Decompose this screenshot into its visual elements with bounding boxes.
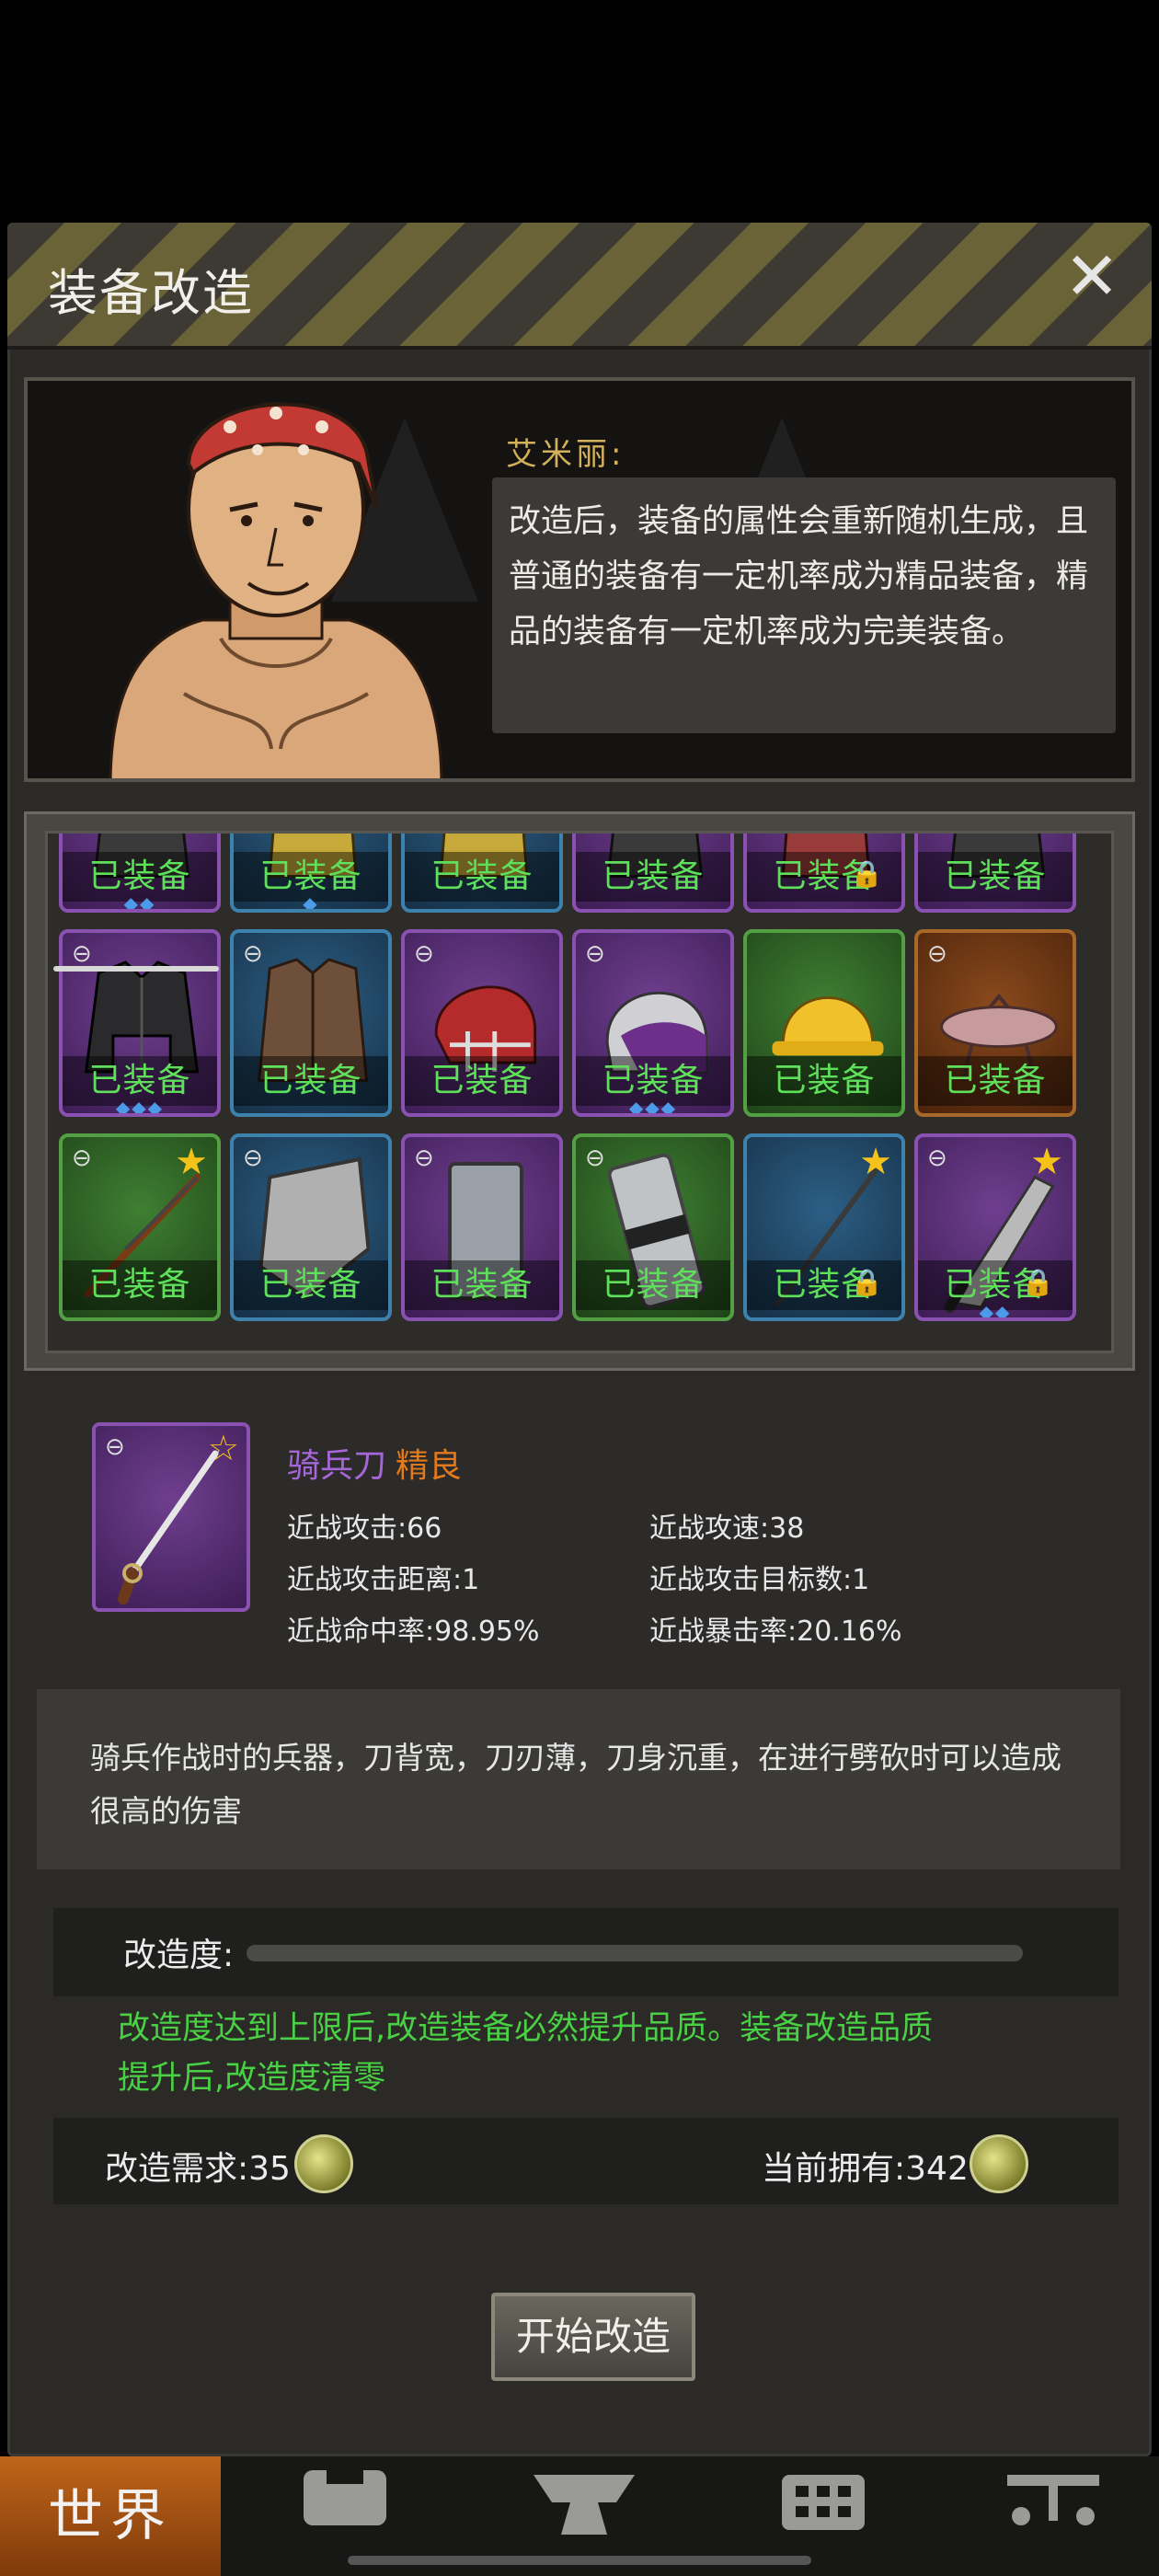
stat-melee-crit: 近战暴击率:20.16%: [649, 1616, 902, 1648]
equipment-slot[interactable]: 已装备: [914, 834, 1076, 913]
home-indicator: [348, 2556, 811, 2565]
equipment-slot[interactable]: ⊖ 已装备: [914, 929, 1076, 1117]
modify-progress-row: 改造度:: [53, 1908, 1119, 1996]
link-icon: ⊖: [414, 940, 434, 968]
link-icon: ⊖: [927, 1144, 947, 1172]
bottle-cap-coin-icon: [970, 2134, 1028, 2193]
cost-required: 改造需求:35: [105, 2150, 291, 2188]
item-detail-header: ⊖ ☆ 骑兵刀 精良 近战攻击:66 近战攻速:38 近战攻击距离:1 近战攻击目…: [37, 1386, 1120, 1689]
gem-slots: ◆◆◆: [115, 1097, 165, 1117]
npc-name: 艾米丽:: [506, 436, 625, 473]
gem-slots: ◆◆: [979, 1301, 1012, 1321]
npc-dialog-text: 改造后，装备的属性会重新随机生成，且普通的装备有一定机率成为精品装备，精品的装备…: [492, 477, 1116, 733]
item-name: 骑兵刀 精良: [287, 1439, 462, 1487]
stat-melee-accuracy: 近战命中率:98.95%: [287, 1616, 540, 1648]
gem-slots: ◆: [303, 892, 319, 913]
panel-header: 装备改造 ✕: [7, 223, 1152, 350]
equipped-label: 已装备: [576, 1260, 730, 1310]
gem-slots: ◆◆: [123, 892, 156, 913]
item-detail: ⊖ ☆ 骑兵刀 精良 近战攻击:66 近战攻速:38 近战攻击距离:1 近战攻击目…: [37, 1386, 1120, 1869]
star-icon: ★: [1030, 1141, 1063, 1183]
lock-icon: 🔒: [851, 1267, 883, 1297]
equipment-slot[interactable]: 已装备 🔒: [743, 834, 905, 913]
npc-portrait: [109, 402, 443, 778]
backpack-icon[interactable]: [285, 2466, 405, 2539]
equipped-label: 已装备: [63, 1260, 217, 1310]
link-icon: ⊖: [243, 940, 263, 968]
gem-slots: ◆◆◆: [628, 1097, 678, 1117]
equipped-label: 已装备: [576, 852, 730, 902]
bottle-cap-coin-icon: [294, 2134, 353, 2193]
link-icon: ⊖: [243, 1144, 263, 1172]
equipped-label: 已装备: [747, 1056, 901, 1106]
stat-melee-attack: 近战攻击:66: [287, 1512, 442, 1545]
equipped-label: 已装备: [234, 1056, 388, 1106]
link-icon: ⊖: [927, 940, 947, 968]
equipped-label: 已装备: [918, 1056, 1073, 1106]
link-icon: ⊖: [72, 940, 92, 968]
equipment-slot[interactable]: ⊖ ★ 已装备: [59, 1133, 221, 1321]
equipment-slot[interactable]: ⊖ 已装备 ◆◆◆: [572, 929, 734, 1117]
equipment-slot[interactable]: 已装备 ◆: [230, 834, 392, 913]
start-modify-button[interactable]: 开始改造: [491, 2293, 695, 2381]
stat-melee-range: 近战攻击距离:1: [287, 1564, 480, 1596]
equipment-slot[interactable]: 已装备: [743, 929, 905, 1117]
equipment-slot[interactable]: ⊖ 已装备: [572, 1133, 734, 1321]
equipped-label: 已装备: [234, 1260, 388, 1310]
equipment-grid-frame: 已装备 ◆◆ 已装备 ◆ 已装备 已装备 已装备 🔒 已装备 ⊖ 已装备 ◆◆◆ ⊖ 已装备 ⊖ 已装备 ⊖ 已装…: [24, 811, 1135, 1371]
close-icon[interactable]: ✕: [1060, 243, 1124, 311]
item-name-text: 骑兵刀: [287, 1447, 387, 1485]
cart-icon[interactable]: [993, 2466, 1113, 2539]
star-icon: ★: [859, 1141, 892, 1183]
equipment-slot[interactable]: ⊖ 已装备 ◆◆◆: [59, 929, 221, 1117]
anvil-icon[interactable]: [524, 2466, 644, 2539]
equipment-slot[interactable]: ⊖ 已装备: [230, 929, 392, 1117]
item-description: 骑兵作战时的兵器，刀背宽，刀刃薄，刀身沉重，在进行劈砍时可以造成很高的伤害: [90, 1740, 1061, 1829]
equipment-slot[interactable]: 已装备 ◆◆: [59, 834, 221, 913]
page-title: 装备改造: [48, 264, 254, 322]
equipment-slot[interactable]: ⊖ 已装备: [230, 1133, 392, 1321]
saber-icon: ⊖ ☆: [92, 1422, 250, 1612]
equipment-slot[interactable]: ⊖ 已装备: [401, 1133, 563, 1321]
equipment-slot[interactable]: ★ 已装备 🔒: [743, 1133, 905, 1321]
equipment-slot[interactable]: 已装备: [572, 834, 734, 913]
equipment-slot[interactable]: ⊖ ★ 已装备 🔒 ◆◆: [914, 1133, 1076, 1321]
equipped-label: 已装备: [405, 1260, 559, 1310]
equipped-label: 已装备: [405, 852, 559, 902]
scroll-indicator: [53, 966, 219, 972]
progress-hint: 改造度达到上限后,改造装备必然提升品质。装备改造品质提升后,改造度清零: [118, 2010, 934, 2097]
equipped-label: 已装备: [405, 1056, 559, 1106]
star-icon: ★: [175, 1141, 208, 1183]
stat-melee-speed: 近战攻速:38: [649, 1512, 805, 1545]
cost-row: 改造需求:35 当前拥有:342: [53, 2118, 1119, 2204]
equipped-label: 已装备: [918, 852, 1073, 902]
equipment-slot[interactable]: 已装备: [401, 834, 563, 913]
saber-graphic: [118, 1450, 219, 1604]
progress-bar: [247, 1945, 1023, 1961]
nav-world-tab[interactable]: 世界: [0, 2456, 221, 2576]
item-quality: 精良: [396, 1447, 463, 1485]
stat-melee-targets: 近战攻击目标数:1: [649, 1564, 870, 1596]
lock-icon: 🔒: [851, 858, 883, 889]
building-icon[interactable]: [763, 2466, 883, 2539]
progress-label: 改造度:: [123, 1937, 235, 1974]
link-icon: ⊖: [585, 940, 605, 968]
link-icon: ⊖: [585, 1144, 605, 1172]
cost-owned: 当前拥有:342: [762, 2150, 969, 2188]
equipment-grid[interactable]: 已装备 ◆◆ 已装备 ◆ 已装备 已装备 已装备 🔒 已装备 ⊖ 已装备 ◆◆◆ ⊖ 已装备 ⊖ 已装备 ⊖ 已装…: [45, 831, 1114, 1353]
lock-icon: 🔒: [1022, 1267, 1054, 1297]
equipment-slot[interactable]: ⊖ 已装备: [401, 929, 563, 1117]
npc-dialog-area: 艾米丽: 改造后，装备的属性会重新随机生成，且普通的装备有一定机率成为精品装备，…: [24, 377, 1135, 782]
link-icon: ⊖: [414, 1144, 434, 1172]
link-icon: ⊖: [72, 1144, 92, 1172]
